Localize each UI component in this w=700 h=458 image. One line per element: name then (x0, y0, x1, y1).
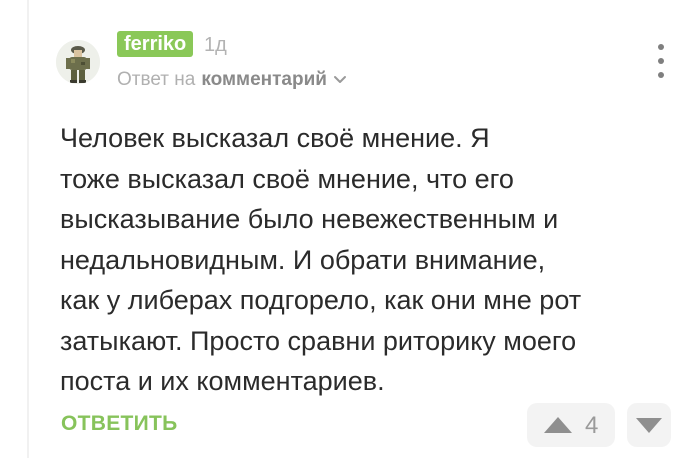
comment-score: 4 (585, 412, 599, 439)
more-dot (658, 44, 664, 50)
upvote-button[interactable]: 4 (527, 403, 615, 447)
author-name[interactable]: ferriko (117, 31, 194, 57)
avatar[interactable] (56, 40, 100, 84)
reply-button[interactable]: ОТВЕТИТЬ (61, 412, 178, 436)
upvote-triangle-icon (544, 417, 572, 433)
more-dot (658, 58, 664, 64)
reply-to-link[interactable]: Ответ на комментарий (117, 68, 347, 92)
avatar-image (56, 40, 100, 84)
more-vertical-icon[interactable] (654, 44, 668, 78)
downvote-button[interactable] (627, 403, 671, 447)
comment-text: Человек высказал своё мнение. Я тоже выс… (60, 123, 582, 396)
comment-time: 1д (204, 34, 227, 56)
reply-to-target: комментарий (201, 69, 327, 90)
more-dot (658, 72, 664, 78)
downvote-triangle-icon (636, 418, 662, 433)
reply-to-prefix: Ответ на (117, 69, 196, 90)
thread-line (27, 0, 29, 458)
chevron-down-icon (333, 76, 346, 83)
